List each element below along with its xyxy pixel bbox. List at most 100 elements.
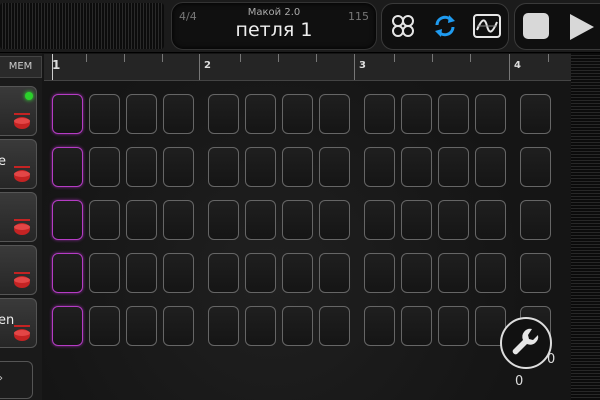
step-pad[interactable] bbox=[401, 200, 432, 240]
step-pad[interactable] bbox=[245, 94, 276, 134]
step-pad[interactable] bbox=[520, 253, 551, 293]
beat-tick bbox=[432, 54, 433, 62]
step-pad[interactable] bbox=[245, 253, 276, 293]
step-pad[interactable] bbox=[89, 200, 120, 240]
step-pad[interactable] bbox=[163, 94, 194, 134]
step-pad[interactable] bbox=[89, 147, 120, 187]
step-pad[interactable] bbox=[520, 94, 551, 134]
chain-button[interactable] bbox=[386, 10, 420, 42]
step-pad[interactable] bbox=[163, 253, 194, 293]
track-button-3[interactable] bbox=[0, 192, 37, 242]
step-pad[interactable] bbox=[364, 306, 395, 346]
bar-tick bbox=[354, 54, 355, 80]
footer-label: › bbox=[0, 373, 3, 384]
step-pad[interactable] bbox=[208, 253, 239, 293]
step-pad[interactable] bbox=[282, 94, 313, 134]
step-pad[interactable] bbox=[126, 147, 157, 187]
step-pad[interactable] bbox=[438, 147, 469, 187]
scroll-strip[interactable] bbox=[571, 53, 600, 400]
step-pad[interactable] bbox=[319, 94, 350, 134]
step-pad[interactable] bbox=[282, 253, 313, 293]
step-pad[interactable] bbox=[52, 200, 83, 240]
track-button-1[interactable] bbox=[0, 86, 37, 136]
step-pad[interactable] bbox=[475, 147, 506, 187]
step-pad[interactable] bbox=[52, 253, 83, 293]
play-button[interactable] bbox=[570, 14, 594, 40]
step-pad[interactable] bbox=[52, 94, 83, 134]
step-pad[interactable] bbox=[89, 306, 120, 346]
step-pad[interactable] bbox=[126, 200, 157, 240]
step-pad[interactable] bbox=[52, 147, 83, 187]
drum-kit-icon bbox=[14, 325, 30, 341]
step-pad[interactable] bbox=[282, 147, 313, 187]
step-pad[interactable] bbox=[475, 94, 506, 134]
step-pad[interactable] bbox=[364, 253, 395, 293]
drum-kit-icon bbox=[14, 113, 30, 129]
step-pad[interactable] bbox=[319, 200, 350, 240]
step-pad[interactable] bbox=[126, 306, 157, 346]
beat-tick bbox=[316, 54, 317, 62]
track-button-5[interactable]: en bbox=[0, 298, 37, 348]
step-pad[interactable] bbox=[163, 306, 194, 346]
step-pad[interactable] bbox=[475, 253, 506, 293]
mode-buttons bbox=[381, 3, 509, 50]
stop-button[interactable] bbox=[523, 13, 549, 39]
step-pad[interactable] bbox=[364, 200, 395, 240]
settings-wrench-button[interactable] bbox=[500, 317, 552, 369]
step-pad[interactable] bbox=[208, 94, 239, 134]
step-pad[interactable] bbox=[89, 94, 120, 134]
step-pad[interactable] bbox=[475, 200, 506, 240]
step-sequencer-grid bbox=[44, 81, 571, 400]
pattern-display[interactable]: 4/4 Макой 2.0 петля 1 115 bbox=[171, 2, 377, 50]
step-pad[interactable] bbox=[52, 306, 83, 346]
step-pad[interactable] bbox=[401, 94, 432, 134]
step-pad[interactable] bbox=[126, 94, 157, 134]
value-readout-b: 0 bbox=[515, 374, 524, 389]
step-pad[interactable] bbox=[438, 200, 469, 240]
step-pad[interactable] bbox=[245, 306, 276, 346]
step-pad[interactable] bbox=[401, 147, 432, 187]
automation-button[interactable] bbox=[470, 10, 504, 42]
step-pad[interactable] bbox=[163, 147, 194, 187]
bar-tick bbox=[199, 54, 200, 80]
step-pad[interactable] bbox=[126, 253, 157, 293]
step-pad[interactable] bbox=[319, 306, 350, 346]
loop-button[interactable] bbox=[428, 10, 462, 42]
step-pad[interactable] bbox=[208, 306, 239, 346]
bar-tick bbox=[509, 54, 510, 80]
track-button-2[interactable]: e bbox=[0, 139, 37, 189]
track-button-4[interactable] bbox=[0, 245, 37, 295]
wrench-icon bbox=[512, 328, 539, 355]
step-pad[interactable] bbox=[282, 200, 313, 240]
value-readout-a: 0 bbox=[547, 352, 556, 367]
tempo-value: 115 bbox=[348, 10, 369, 23]
step-pad[interactable] bbox=[89, 253, 120, 293]
step-pad[interactable] bbox=[520, 147, 551, 187]
step-pad[interactable] bbox=[245, 200, 276, 240]
step-pad[interactable] bbox=[364, 94, 395, 134]
step-pad[interactable] bbox=[208, 147, 239, 187]
step-pad[interactable] bbox=[438, 94, 469, 134]
waveform-graph-icon bbox=[473, 14, 501, 38]
drum-kit-icon bbox=[14, 272, 30, 288]
step-pad[interactable] bbox=[319, 253, 350, 293]
step-pad[interactable] bbox=[208, 200, 239, 240]
step-pad[interactable] bbox=[163, 200, 194, 240]
step-pad[interactable] bbox=[319, 147, 350, 187]
bar-number-2: 2 bbox=[204, 60, 211, 71]
drum-kit-icon bbox=[14, 166, 30, 182]
add-track-button[interactable]: › bbox=[0, 361, 33, 399]
step-pad[interactable] bbox=[520, 200, 551, 240]
step-pad[interactable] bbox=[438, 253, 469, 293]
track-active-led bbox=[25, 92, 33, 100]
mem-button[interactable]: MEM bbox=[0, 56, 42, 78]
step-pad[interactable] bbox=[438, 306, 469, 346]
bar-number-3: 3 bbox=[359, 60, 366, 71]
step-pad[interactable] bbox=[245, 147, 276, 187]
step-pad[interactable] bbox=[364, 147, 395, 187]
step-pad[interactable] bbox=[401, 253, 432, 293]
step-pad[interactable] bbox=[401, 306, 432, 346]
step-pad[interactable] bbox=[282, 306, 313, 346]
beat-tick bbox=[86, 54, 87, 62]
timeline-ruler[interactable]: 1 2 3 4 bbox=[44, 54, 571, 81]
